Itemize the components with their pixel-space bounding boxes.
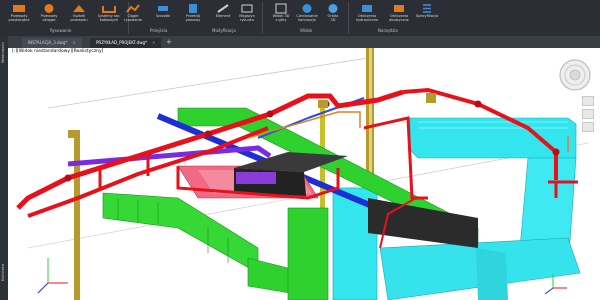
group-label: Widok <box>300 28 313 33</box>
side-panel-strip: Właściwości Biblioteka <box>0 36 8 300</box>
new-tab-button[interactable]: + <box>166 38 172 47</box>
ribbon-toolbar: Przewody prostokątne Przewody okrągłe Ks… <box>0 0 600 37</box>
duct-shape-icon <box>73 5 85 12</box>
pan-button[interactable] <box>582 96 594 106</box>
continuous-draw-icon <box>126 4 140 13</box>
green-duct-lower <box>102 192 259 274</box>
viewcube-icon[interactable] <box>558 58 592 92</box>
duct-shape-button[interactable]: Kształt przewodu <box>64 2 94 26</box>
ribbon-separator <box>262 2 263 34</box>
acoustic-icon <box>394 5 404 12</box>
hydraulic-calc-button[interactable]: Obliczenia hydrauliczne <box>352 2 382 26</box>
acoustic-calc-button[interactable]: Obliczenia akustyczne <box>384 2 414 26</box>
rect-duct-button[interactable]: Przewody prostokątne <box>4 2 34 26</box>
mep-3d-model <box>16 48 589 300</box>
ucs-axis-icon <box>37 258 68 294</box>
properties-panel-tab[interactable]: Właściwości <box>1 42 5 63</box>
ribbon-separator <box>348 2 349 34</box>
list-icon <box>423 4 431 13</box>
tab-document-1[interactable]: INSTALACJA_3.dwg* × <box>22 38 82 48</box>
top-view-icon <box>275 3 287 14</box>
document-tabs: INSTALACJA_3.dwg* × PRZYKŁAD_PROJEKT.dwg*… <box>8 36 600 48</box>
library-panel-tab[interactable]: Biblioteka <box>1 264 5 281</box>
cyan-duct-upper <box>409 117 577 159</box>
group-label: Rysowanie <box>50 28 72 33</box>
element-icon <box>217 4 229 13</box>
tab-document-2[interactable]: PRZYKŁAD_PROJEKT.dwg* × <box>90 38 162 48</box>
continuous-draw-button[interactable]: Ciągłe rysowanie <box>118 2 148 26</box>
group-label: Przejścia <box>150 28 168 33</box>
zoom-button[interactable] <box>582 109 594 119</box>
orbit-icon <box>328 4 338 13</box>
model-viewport[interactable]: [-][Widok niestandardowy][Realistyczny] <box>8 48 600 300</box>
specification-button[interactable]: Specyfikacja <box>412 2 442 26</box>
hydraulic-icon <box>362 5 372 12</box>
navigation-bar <box>582 96 594 135</box>
drawing-storage-button[interactable]: Magazyn rysunku <box>232 2 262 26</box>
round-duct-icon <box>44 4 54 13</box>
rect-duct-icon <box>13 5 25 12</box>
purple-pipe <box>67 145 272 167</box>
close-icon[interactable]: × <box>72 40 75 45</box>
brushes-button[interactable]: Szczotki <box>148 2 178 26</box>
storage-icon <box>241 4 253 13</box>
section-icon <box>189 4 197 13</box>
green-duct-vertical <box>287 207 329 300</box>
cable-tray-icon <box>102 6 116 13</box>
shading-icon <box>302 4 312 13</box>
group-label: Modyfikacja <box>212 28 236 33</box>
group-label: Narzędzia <box>378 28 398 33</box>
brush-icon <box>158 6 168 11</box>
orbit-3d-button[interactable]: Orbita 3D <box>318 2 348 26</box>
round-duct-button[interactable]: Przewody okrągłe <box>34 2 64 26</box>
orbit-button[interactable] <box>582 122 594 132</box>
close-icon[interactable]: × <box>152 40 155 45</box>
vertical-section-button[interactable]: Przekrój pionowy <box>178 2 208 26</box>
